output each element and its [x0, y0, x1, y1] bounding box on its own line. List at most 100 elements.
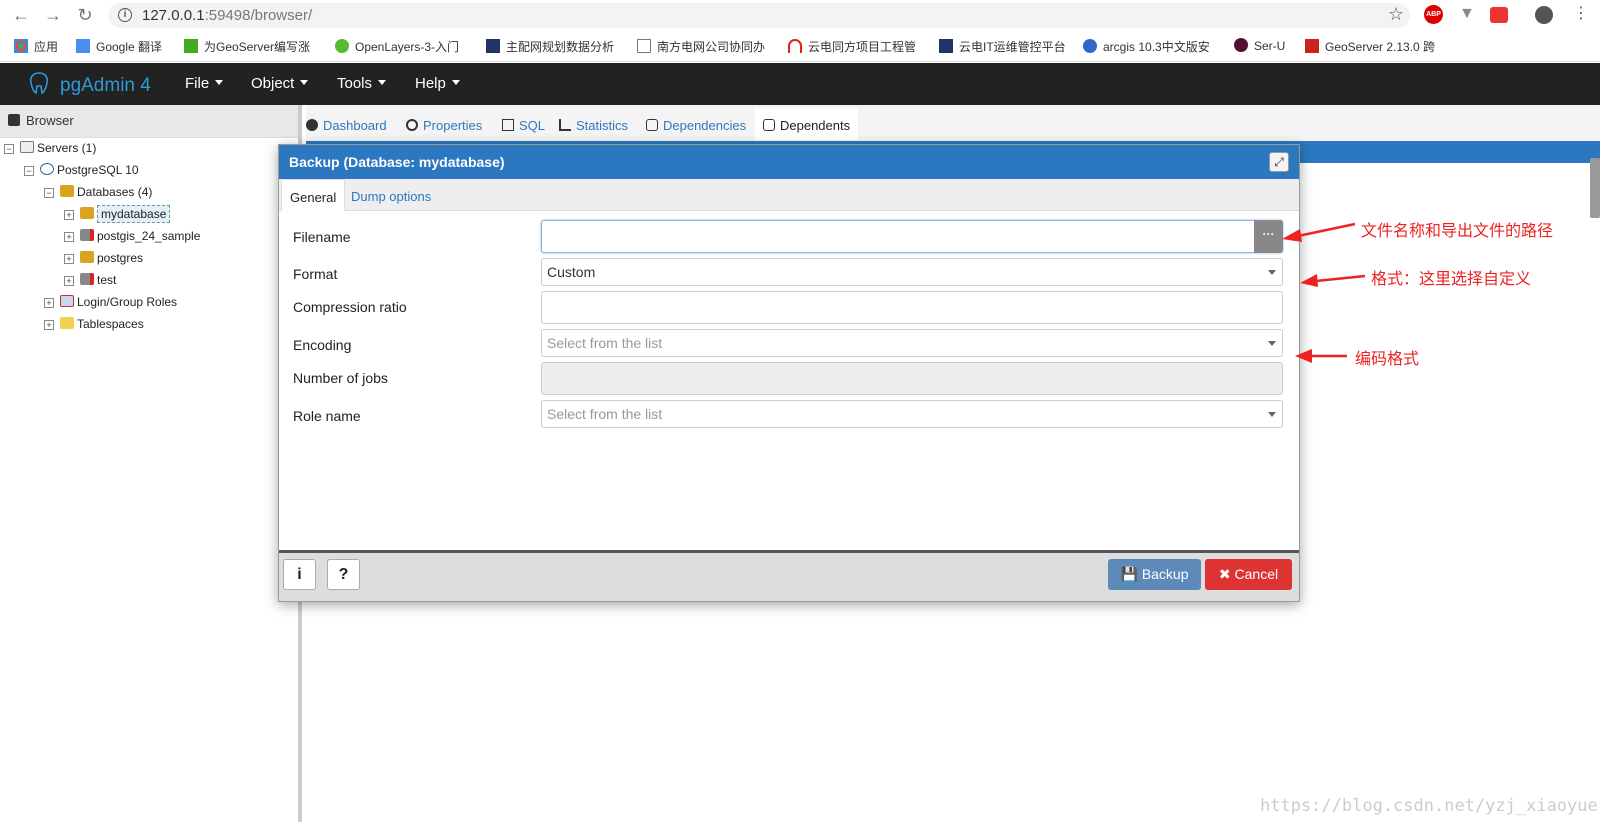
browser-panel: Browser − Servers (1) − PostgreSQL 10 − Dat…	[0, 105, 302, 822]
tree-node-databases[interactable]: − Databases (4)	[44, 185, 152, 199]
tab-sql[interactable]: SQL	[502, 118, 545, 133]
jobs-label: Number of jobs	[293, 370, 388, 386]
menu-file[interactable]: File	[185, 75, 224, 92]
tab-dashboard[interactable]: Dashboard	[306, 118, 387, 133]
roles-icon	[60, 295, 74, 307]
format-select[interactable]: Custom	[541, 258, 1283, 286]
bookmark-site-icon	[1305, 39, 1319, 53]
backup-dialog: Backup (Database: mydatabase) ⤢ General …	[278, 144, 1300, 602]
format-label: Format	[293, 266, 338, 282]
bookmark-ser-u[interactable]: Ser-U	[1234, 38, 1285, 53]
backup-button[interactable]: 💾 Backup	[1108, 559, 1201, 590]
bookmark-star-icon[interactable]: ☆	[1388, 4, 1404, 25]
back-icon[interactable]: ←	[10, 4, 32, 26]
forward-icon[interactable]: →	[42, 4, 64, 26]
database-icon	[80, 251, 94, 263]
tab-dependencies[interactable]: Dependencies	[646, 118, 746, 133]
address-bar[interactable]: i 127.0.0.1:59498/browser/ ☆	[108, 3, 1410, 28]
tree-node-mydatabase[interactable]: + mydatabase	[64, 205, 171, 223]
bookmark-csg-office[interactable]: 南方电网公司协同办	[637, 38, 765, 55]
bookmark-distribution-analysis[interactable]: 主配网规划数据分析	[486, 38, 614, 55]
bookmark-google-translate[interactable]: Google 翻译	[76, 38, 162, 55]
tree-node-login-roles[interactable]: + Login/Group Roles	[44, 295, 177, 309]
caret-down-icon	[451, 80, 460, 85]
annotation-filename: 文件名称和导出文件的路径	[1361, 223, 1554, 240]
expand-icon[interactable]: +	[44, 298, 54, 308]
bookmark-site-icon	[939, 39, 953, 53]
collapse-icon[interactable]: −	[44, 188, 54, 198]
bookmarks-bar: 应用 Google 翻译 为GeoServer编写涨 OpenLayers-3-…	[0, 30, 1600, 62]
database-icon	[60, 185, 74, 197]
maximize-icon[interactable]: ⤢	[1269, 152, 1289, 172]
encoding-select[interactable]: Select from the list	[541, 329, 1283, 357]
dialog-footer: i ? 💾 Backup ✖ Cancel	[279, 550, 1299, 601]
menu-tools[interactable]: Tools	[337, 75, 387, 92]
folder-icon	[60, 317, 74, 329]
browser-toolbar: ← → ↻ i 127.0.0.1:59498/browser/ ☆ ABP ▼…	[0, 0, 1600, 30]
dialog-tabs: General Dump options	[279, 179, 1299, 211]
tree-node-tablespaces[interactable]: + Tablespaces	[44, 317, 144, 331]
database-icon	[80, 207, 94, 219]
close-icon: ✖	[1218, 566, 1231, 582]
collapse-icon[interactable]: −	[4, 144, 14, 154]
url-text: 127.0.0.1:59498/browser/	[142, 7, 313, 24]
jobs-input[interactable]	[541, 362, 1283, 395]
tree-node-server[interactable]: − PostgreSQL 10	[24, 163, 139, 177]
collapse-icon[interactable]: −	[24, 166, 34, 176]
scroll-indicator[interactable]	[1590, 158, 1600, 218]
bookmark-openlayers[interactable]: OpenLayers-3-入门	[335, 38, 459, 55]
database-disconnected-icon	[80, 273, 94, 285]
tab-general[interactable]: General	[281, 179, 346, 211]
role-select[interactable]: Select from the list	[541, 400, 1283, 428]
bookmark-arcgis[interactable]: arcgis 10.3中文版安	[1083, 38, 1210, 55]
bookmark-site-icon	[1234, 38, 1248, 52]
tree-node-test[interactable]: + test	[64, 273, 116, 287]
expand-icon[interactable]: +	[44, 320, 54, 330]
tab-properties[interactable]: Properties	[406, 118, 482, 133]
bookmark-project-management[interactable]: 云电同方项目工程管	[788, 38, 916, 55]
info-button[interactable]: i	[283, 559, 316, 590]
compression-label: Compression ratio	[293, 299, 407, 315]
tab-statistics[interactable]: Statistics	[559, 118, 628, 133]
dropdown-arrow-icon	[1268, 341, 1276, 346]
filename-input[interactable]	[541, 220, 1283, 253]
reload-icon[interactable]: ↻	[74, 4, 96, 26]
binoculars-icon	[8, 114, 20, 126]
expand-icon[interactable]: +	[64, 210, 74, 220]
cogs-icon	[406, 119, 418, 131]
annotation-format: 格式：这里选择自定义	[1371, 271, 1532, 288]
cancel-button[interactable]: ✖ Cancel	[1205, 559, 1292, 590]
compression-input[interactable]	[541, 291, 1283, 324]
hand-icon	[763, 119, 775, 131]
kebab-menu-icon[interactable]: ⋮	[1573, 3, 1589, 23]
google-translate-icon	[76, 39, 90, 53]
tab-dependents[interactable]: Dependents	[755, 108, 859, 140]
bookmark-geoserver[interactable]: GeoServer 2.13.0 跨	[1305, 38, 1435, 55]
expand-icon[interactable]: +	[64, 232, 74, 242]
watermark: https://blog.csdn.net/yzj_xiaoyue	[1260, 796, 1598, 816]
help-button[interactable]: ?	[327, 559, 360, 590]
user-profile-icon[interactable]	[1535, 6, 1553, 24]
expand-icon[interactable]: +	[64, 276, 74, 286]
menu-object[interactable]: Object	[251, 75, 309, 92]
tab-dump-options[interactable]: Dump options	[343, 179, 439, 211]
tree-node-servers[interactable]: − Servers (1)	[4, 141, 96, 155]
browse-files-button[interactable]: ···	[1254, 220, 1283, 253]
v-extension-icon[interactable]: ▼	[1459, 5, 1475, 25]
red-extension-icon[interactable]	[1490, 7, 1508, 23]
encoding-placeholder: Select from the list	[547, 335, 663, 351]
adblock-extension-icon[interactable]: ABP	[1424, 5, 1443, 24]
postgres-elephant-icon	[40, 163, 54, 175]
app-brand[interactable]: pgAdmin 4	[28, 71, 151, 97]
expand-icon[interactable]: +	[64, 254, 74, 264]
baidu-paw-icon	[1083, 39, 1097, 53]
tree-node-postgres[interactable]: + postgres	[64, 251, 143, 265]
bookmark-geoserver-write[interactable]: 为GeoServer编写涨	[184, 38, 310, 55]
database-disconnected-icon	[80, 229, 94, 241]
bookmark-apps[interactable]: 应用	[14, 38, 58, 55]
info-icon[interactable]: i	[118, 8, 132, 22]
bookmark-it-ops[interactable]: 云电IT运维管控平台	[939, 38, 1066, 55]
menu-help[interactable]: Help	[415, 75, 460, 92]
tree-node-postgis-sample[interactable]: + postgis_24_sample	[64, 229, 200, 243]
browser-panel-header: Browser	[0, 105, 298, 138]
